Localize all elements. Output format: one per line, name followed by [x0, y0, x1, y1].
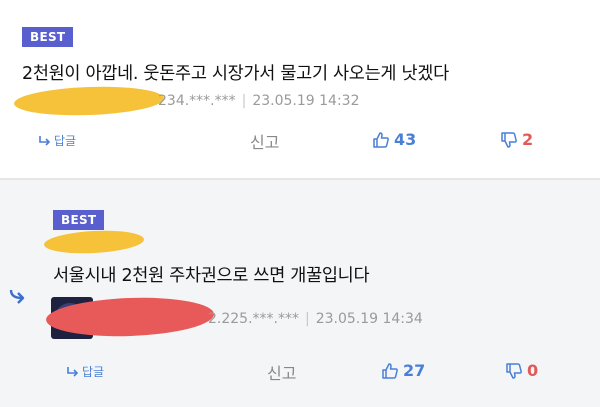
- redaction-scribble-name: [43, 228, 145, 256]
- dislike-count: 2: [522, 130, 534, 149]
- thumbs-up-icon: [382, 362, 398, 379]
- thumbs-down-icon: [501, 131, 517, 148]
- comment-text: 2천원이 아깝네. 웃돈주고 시장가서 물고기 사오는게 낫겠다: [22, 64, 449, 84]
- ip-address: 2.225.***.***: [208, 311, 299, 327]
- dislike-button[interactable]: 0: [505, 361, 538, 380]
- comment-date: 23.05.19 14:34: [315, 311, 423, 327]
- dislike-count: 0: [527, 361, 539, 380]
- reply-button[interactable]: 답글: [38, 132, 76, 149]
- like-button[interactable]: 27: [381, 361, 425, 380]
- nested-reply-arrow-icon: [9, 289, 25, 304]
- reply-arrow-icon: [67, 366, 79, 377]
- redaction-scribble: [13, 84, 165, 118]
- dislike-button[interactable]: 2: [500, 130, 533, 149]
- comment-date: 23.05.19 14:32: [252, 93, 360, 109]
- reply-arrow-icon: [39, 135, 51, 146]
- reply-label: 답글: [82, 365, 105, 379]
- comment-item: BEST 2천원이 아깝네. 웃돈주고 시장가서 물고기 사오는게 낫겠다 23…: [0, 0, 600, 178]
- comment-meta: 2.225.***.*** | 23.05.19 14:34: [208, 311, 423, 327]
- reply-button[interactable]: 답글: [66, 363, 104, 380]
- comment-meta: 234.***.*** | 23.05.19 14:32: [158, 93, 360, 109]
- like-count: 27: [403, 361, 426, 380]
- thumbs-up-icon: [373, 131, 389, 148]
- best-badge: BEST: [22, 27, 74, 47]
- reply-label: 답글: [54, 134, 77, 148]
- thumbs-down-icon: [506, 362, 522, 379]
- comment-text: 서울시내 2천원 주차권으로 쓰면 개꿀입니다: [53, 266, 370, 286]
- report-button[interactable]: 신고: [250, 129, 279, 153]
- like-count: 43: [394, 130, 417, 149]
- report-button[interactable]: 신고: [267, 360, 296, 384]
- comment-item-nested: BEST 서울시내 2천원 주차권으로 쓰면 개꿀입니다 2.225.***.*…: [0, 180, 600, 407]
- best-badge: BEST: [53, 210, 105, 230]
- like-button[interactable]: 43: [372, 130, 416, 149]
- ip-address: 234.***.***: [158, 93, 236, 109]
